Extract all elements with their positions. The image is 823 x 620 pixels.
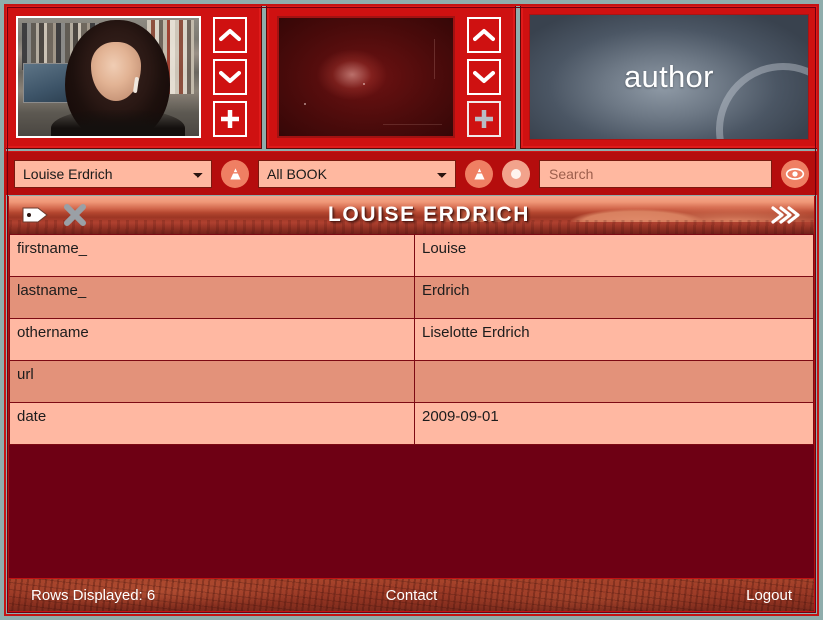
field-name: firstname_ bbox=[9, 234, 415, 277]
plus-icon bbox=[221, 110, 240, 128]
book-filter-button[interactable] bbox=[465, 159, 493, 188]
search-input[interactable] bbox=[539, 159, 772, 188]
secondary-image-panel bbox=[266, 5, 516, 149]
author-portrait-image[interactable] bbox=[16, 16, 202, 138]
contact-link[interactable]: Contact bbox=[386, 587, 438, 604]
top-panels-row: author bbox=[4, 5, 819, 149]
nebula-streak bbox=[434, 39, 436, 80]
scroll-up-button[interactable] bbox=[466, 17, 501, 53]
funnel-icon bbox=[473, 168, 485, 180]
eye-icon bbox=[785, 167, 805, 180]
plus-icon bbox=[474, 110, 493, 128]
nebula-dot bbox=[303, 102, 306, 105]
record-type-wrapper[interactable]: author bbox=[528, 14, 809, 140]
footer-bar: Rows Displayed: 6 Contact Logout bbox=[8, 578, 815, 612]
author-photo-panel bbox=[4, 5, 263, 149]
record-type-label: author bbox=[624, 59, 714, 94]
field-value[interactable]: Louise bbox=[414, 234, 814, 277]
field-name: lastname_ bbox=[9, 276, 415, 319]
field-value[interactable]: Liselotte Erdrich bbox=[414, 318, 814, 361]
scroll-down-button[interactable] bbox=[213, 59, 248, 95]
tag-button[interactable] bbox=[18, 200, 52, 230]
logout-link[interactable]: Logout bbox=[746, 587, 792, 604]
field-value[interactable]: 2009-09-01 bbox=[414, 402, 814, 445]
table-row[interactable]: lastname_ Erdrich bbox=[9, 276, 814, 319]
table-row[interactable]: firstname_ Louise bbox=[9, 234, 814, 277]
secondary-image-controls bbox=[463, 16, 505, 138]
scroll-up-button[interactable] bbox=[213, 17, 248, 53]
record-circle-icon bbox=[511, 168, 521, 179]
author-photo-wrapper[interactable] bbox=[16, 16, 202, 138]
field-name: date bbox=[9, 402, 415, 445]
app-window: author Louise Erdrich All BOOK Search LO… bbox=[0, 0, 823, 620]
close-x-icon bbox=[64, 204, 86, 226]
close-record-button[interactable] bbox=[58, 200, 92, 230]
secondary-image-wrapper[interactable] bbox=[277, 16, 455, 138]
chevron-up-icon bbox=[219, 29, 242, 41]
field-value[interactable] bbox=[414, 360, 814, 403]
tag-icon bbox=[22, 207, 48, 223]
field-value[interactable]: Erdrich bbox=[414, 276, 814, 319]
chevron-up-icon bbox=[472, 29, 495, 41]
record-table-body: firstname_ Louise lastname_ Erdrich othe… bbox=[9, 234, 814, 445]
photo-foreground-shadow bbox=[50, 110, 185, 136]
nebula-dot bbox=[362, 82, 365, 85]
chevron-down-icon bbox=[219, 71, 242, 83]
add-button[interactable] bbox=[213, 101, 248, 137]
table-row[interactable]: date 2009-09-01 bbox=[9, 402, 814, 445]
view-toggle-button[interactable] bbox=[781, 159, 809, 188]
add-button[interactable] bbox=[466, 101, 501, 137]
record-type-card[interactable]: author bbox=[528, 14, 809, 140]
scroll-down-button[interactable] bbox=[466, 59, 501, 95]
author-photo-controls bbox=[209, 16, 251, 138]
author-filter-button[interactable] bbox=[221, 159, 249, 188]
table-row[interactable]: othername Liselotte Erdrich bbox=[9, 318, 814, 361]
rows-displayed-status: Rows Displayed: 6 bbox=[31, 586, 156, 604]
nebula-line bbox=[383, 124, 443, 126]
nebula-image[interactable] bbox=[277, 16, 455, 138]
next-record-button[interactable] bbox=[766, 200, 804, 230]
record-circle-button[interactable] bbox=[502, 159, 530, 188]
record-titlebar: LOUISE ERDRICH bbox=[8, 196, 815, 234]
author-select[interactable]: Louise Erdrich bbox=[14, 159, 212, 188]
record-detail-area: firstname_ Louise lastname_ Erdrich othe… bbox=[8, 234, 815, 578]
table-row[interactable]: url bbox=[9, 360, 814, 403]
field-name: url bbox=[9, 360, 415, 403]
record-type-panel: author bbox=[519, 5, 819, 149]
funnel-icon bbox=[229, 168, 241, 180]
record-table: firstname_ Louise lastname_ Erdrich othe… bbox=[9, 234, 814, 445]
record-title: LOUISE ERDRICH bbox=[327, 203, 531, 226]
field-name: othername bbox=[9, 318, 415, 361]
chevron-down-icon bbox=[472, 71, 495, 83]
toolbar: Louise Erdrich All BOOK bbox=[6, 151, 817, 195]
book-select[interactable]: All BOOK bbox=[258, 159, 456, 188]
double-chevron-right-icon bbox=[771, 206, 800, 224]
